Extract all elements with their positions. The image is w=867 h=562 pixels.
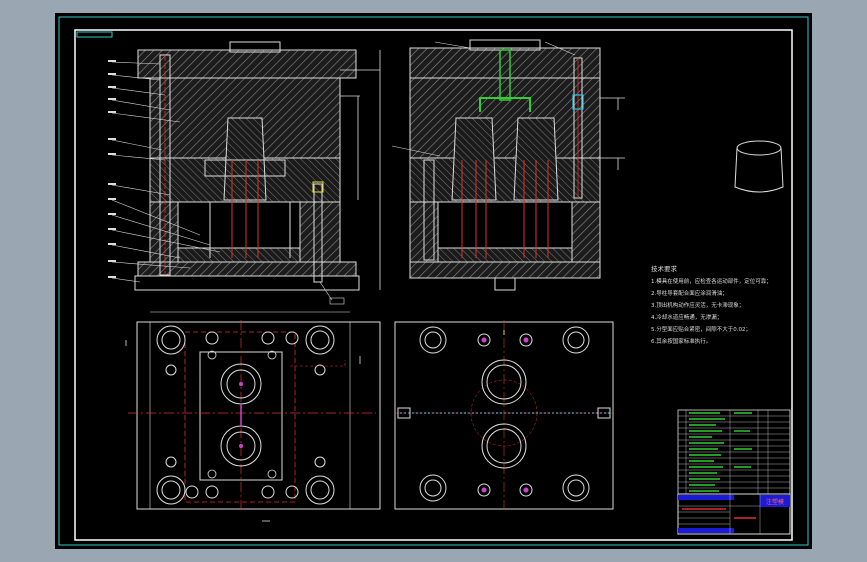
title-block-label: 注塑模 — [766, 498, 784, 506]
tech-note-line: 1.模具在使用前，应检查各运动部件，定位可靠； — [651, 277, 772, 285]
right-section-view — [391, 39, 625, 291]
tech-note-line: 4.冷却水道应畅通，无渗漏； — [651, 313, 722, 321]
tech-note-line: 5.分型面应贴合紧密，间隙不大于0.02； — [651, 325, 751, 333]
tech-note-line: 6.其余按国家标准执行。 — [651, 337, 711, 345]
tech-note-line: 2.导柱导套配合面应涂润滑油； — [651, 289, 728, 297]
tech-note-line: 3.顶出机构动作应灵活，无卡滞现象； — [651, 301, 744, 309]
tech-notes-title: 技术要求 — [651, 264, 678, 273]
cad-drawing-canvas: 技术要求 1.模具在使用前，应检查各运动部件，定位可靠； 2.导柱导套配合面应涂… — [0, 0, 867, 562]
